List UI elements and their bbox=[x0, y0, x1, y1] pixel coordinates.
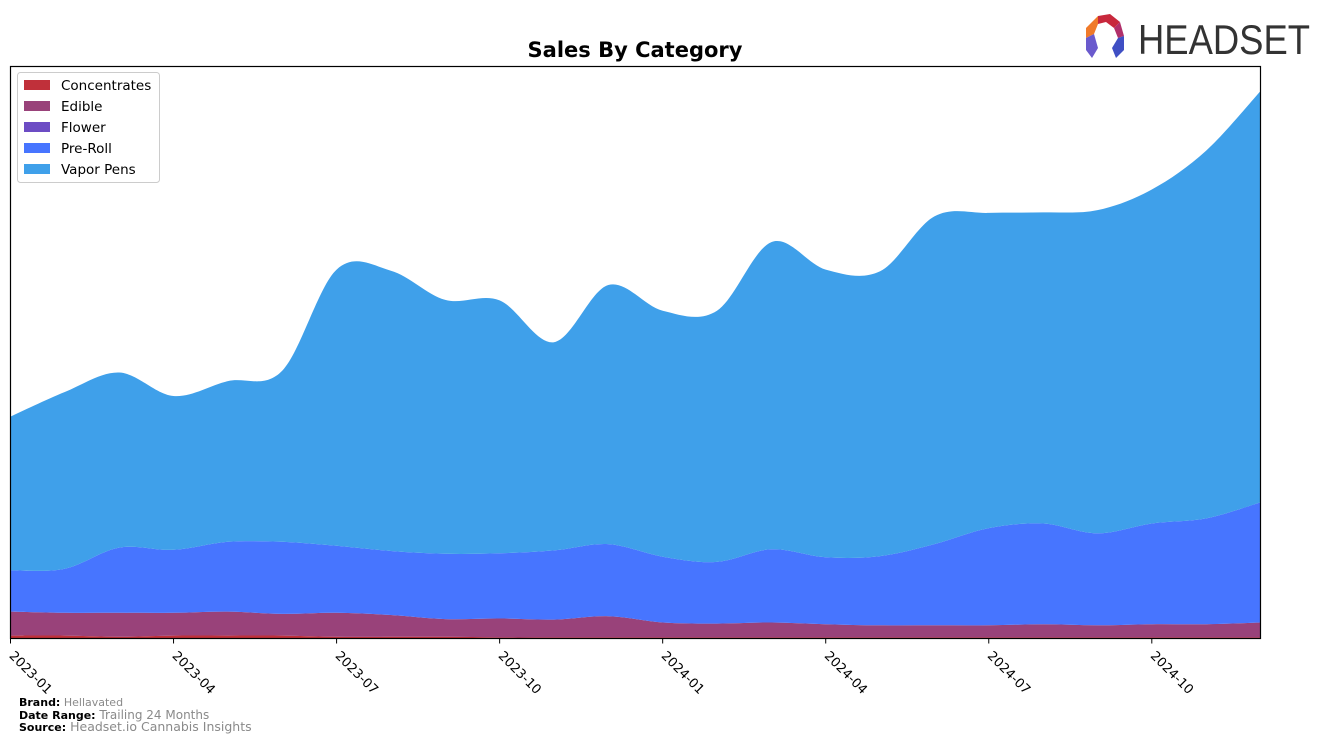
legend-label-pre-roll: Pre-Roll bbox=[61, 141, 112, 157]
legend-swatch-pre-roll bbox=[24, 143, 50, 153]
legend-swatch-flower bbox=[24, 122, 50, 132]
x-axis: 2023-01 2023-04 2023-07 2023-10 2024-01 2024-… bbox=[6, 638, 1196, 698]
footer-brand-label: Brand: bbox=[19, 696, 61, 709]
legend-swatch-vapor-pens bbox=[24, 164, 50, 174]
legend-label-concentrates: Concentrates bbox=[61, 78, 151, 94]
x-tick-label: 2024-01 bbox=[658, 649, 707, 698]
legend-label-vapor-pens: Vapor Pens bbox=[61, 162, 136, 178]
legend-swatch-concentrates bbox=[24, 80, 50, 90]
headset-logo-icon bbox=[1086, 14, 1124, 58]
chart-title: Sales By Category bbox=[528, 38, 743, 62]
legend-label-flower: Flower bbox=[61, 120, 106, 136]
legend-label-edible: Edible bbox=[61, 99, 102, 115]
x-tick-label: 2024-10 bbox=[1147, 649, 1196, 698]
x-tick-label: 2023-07 bbox=[332, 649, 381, 698]
x-tick-label: 2023-04 bbox=[169, 649, 218, 698]
x-tick-label: 2023-01 bbox=[6, 649, 55, 698]
legend: Concentrates Edible Flower Pre-Roll Vapor Pe… bbox=[17, 72, 160, 183]
sales-by-category-chart: Sales By Category 2023-01 2023-04 2023-07 2… bbox=[6, 38, 1262, 698]
footer-source-label: Source: bbox=[19, 721, 67, 734]
area-vapor-pens bbox=[10, 91, 1261, 571]
x-tick-label: 2024-07 bbox=[984, 649, 1033, 698]
footer-source: Source: Headset.io Cannabis Insights bbox=[19, 719, 252, 734]
area-layers bbox=[10, 91, 1261, 639]
headset-logo-text: HEADSET bbox=[1138, 16, 1310, 62]
headset-logo: HEADSET bbox=[1086, 14, 1310, 62]
legend-swatch-edible bbox=[24, 101, 50, 111]
footer-source-value: Headset.io Cannabis Insights bbox=[70, 719, 252, 734]
x-tick-label: 2023-10 bbox=[495, 649, 544, 698]
x-tick-label: 2024-04 bbox=[821, 649, 870, 698]
